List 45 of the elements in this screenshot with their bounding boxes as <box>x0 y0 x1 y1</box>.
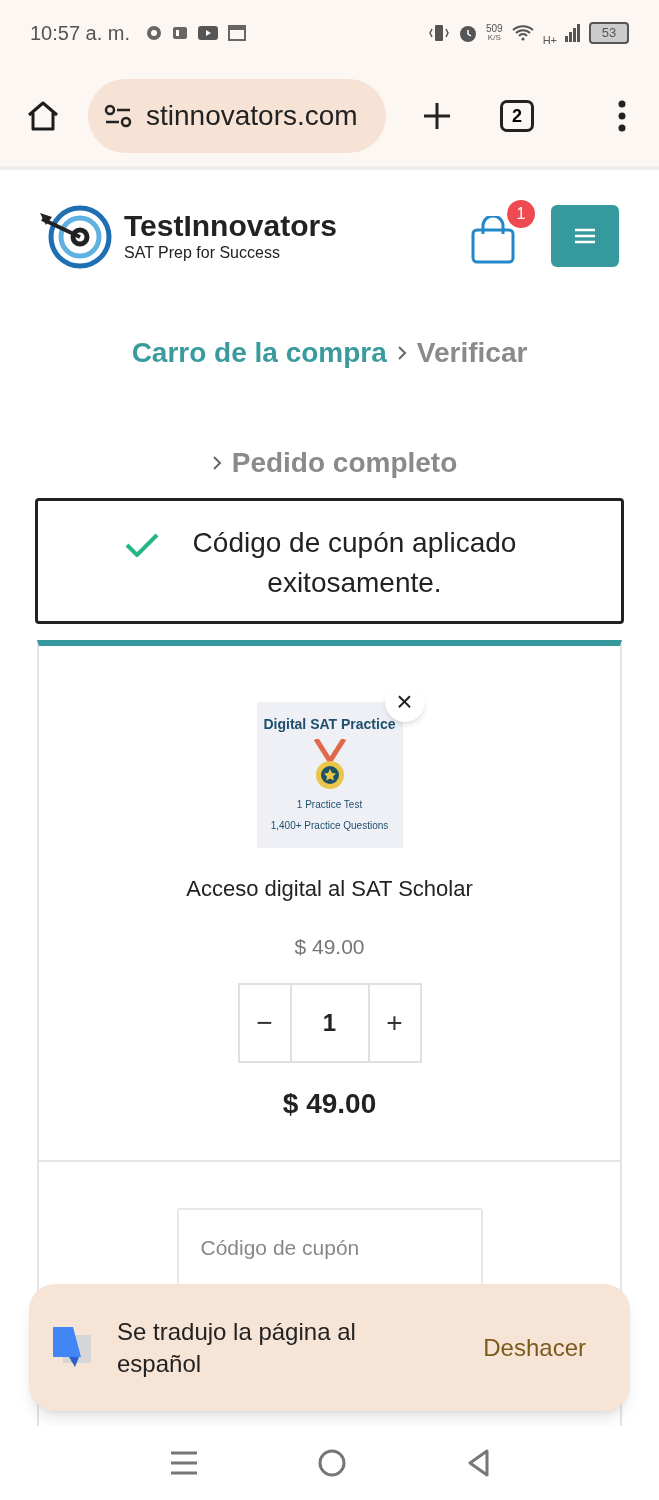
back-icon[interactable] <box>466 1449 489 1477</box>
notice-text: Código de cupón aplicado exitosamente. <box>191 526 518 600</box>
remove-item-button[interactable]: × <box>384 682 425 722</box>
signal-icon <box>565 24 581 42</box>
quantity-field[interactable]: 1 <box>291 982 368 1063</box>
url-text: stinnovators.com <box>146 99 358 133</box>
vibrate-icon <box>427 23 450 43</box>
network-type: H+ <box>542 32 557 48</box>
menu-icon <box>575 228 595 244</box>
menu-button[interactable] <box>551 205 619 267</box>
target-logo-icon <box>40 203 112 269</box>
product-image-line: 1 Practice Test <box>296 798 363 812</box>
decrease-quantity-button[interactable]: − <box>237 982 292 1063</box>
check-icon <box>124 533 159 557</box>
site-settings-icon[interactable] <box>104 104 132 128</box>
chevron-right-icon <box>211 455 222 471</box>
wifi-icon <box>510 24 535 42</box>
home-circle-icon[interactable] <box>317 1449 346 1477</box>
more-menu-icon[interactable] <box>617 100 627 132</box>
brand-tagline: SAT Prep for Success <box>124 245 281 261</box>
snackbar-message: Se tradujo la página al español <box>117 1316 357 1379</box>
calendar-icon <box>228 25 247 41</box>
battery-indicator: 53 <box>589 22 629 44</box>
tab-switcher-button[interactable]: 2 <box>500 100 534 132</box>
alarm-icon <box>457 23 478 43</box>
video-icon <box>198 26 219 40</box>
product-name: Acceso digital al SAT Scholar <box>186 875 473 903</box>
undo-button[interactable]: Deshacer <box>483 1329 586 1366</box>
data-speed-unit: K/S <box>487 34 501 42</box>
chevron-right-icon <box>396 345 407 361</box>
unit-price: $ 49.00 <box>294 934 365 960</box>
translate-icon <box>51 1326 93 1369</box>
shopping-bag-icon[interactable] <box>471 216 515 264</box>
medal-icon <box>311 739 348 791</box>
brand-name: TestInnovators <box>124 211 337 241</box>
product-image-line: 1,400+ Practice Questions <box>270 819 389 833</box>
recent-apps-icon[interactable] <box>170 1451 197 1475</box>
new-tab-icon[interactable] <box>422 101 452 131</box>
clock: 10:57 a. m. <box>30 21 131 46</box>
data-speed: 509 <box>485 24 503 34</box>
home-icon[interactable] <box>26 100 60 132</box>
cart-count-badge: 1 <box>507 200 535 228</box>
item-subtotal: $ 49.00 <box>282 1086 377 1121</box>
address-bar[interactable]: stinnovators.com <box>88 79 386 153</box>
increase-quantity-button[interactable]: + <box>367 982 422 1063</box>
